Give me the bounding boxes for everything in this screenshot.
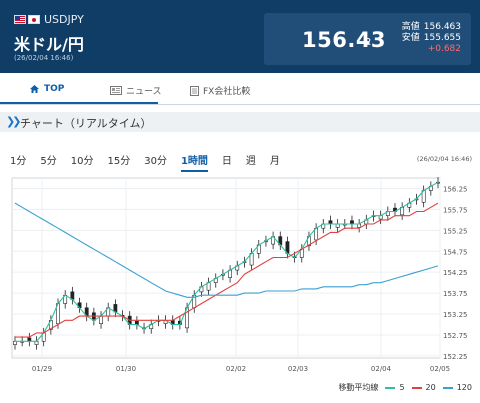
quote-header: USDJPY 米ドル/円 (26/02/04 16:46) 156.43 2 高… (0, 0, 480, 73)
currency-flags (14, 15, 40, 24)
jp-flag-icon (28, 15, 40, 24)
plot-area (11, 177, 441, 359)
tab-news[interactable]: ニュース (110, 84, 162, 97)
us-flag-icon (14, 15, 26, 24)
legend-swatch-20 (411, 386, 422, 389)
period-week[interactable]: 週 (246, 152, 256, 172)
y-tick-label: 152.25 (443, 353, 468, 361)
pair-code: USDJPY (44, 13, 84, 26)
legend-swatch-5 (385, 386, 396, 389)
period-5min[interactable]: 5分 (40, 152, 56, 172)
period-1min[interactable]: 1分 (10, 152, 26, 172)
x-tick-label: 01/30 (116, 365, 136, 373)
tab-fx-compare[interactable]: FX会社比較 (190, 84, 250, 97)
y-tick-label: 154.75 (443, 248, 468, 256)
y-tick-label: 153.75 (443, 290, 468, 298)
y-tick-label: 152.75 (443, 332, 468, 340)
chart-section-header: ❯❯ チャート（リアルタイム） (0, 112, 480, 132)
current-price: 156.43 (302, 28, 387, 52)
period-10min[interactable]: 10分 (71, 152, 94, 172)
tab-news-label: ニュース (126, 87, 162, 97)
period-selector: 1分 5分 10分 15分 30分 1時間 日 週 月 (10, 152, 294, 172)
chart-timestamp: (26/02/04 16:46) (416, 155, 472, 163)
price-change: +0.682 (427, 44, 461, 54)
y-tick-label: 155.75 (443, 206, 468, 214)
period-15min[interactable]: 15分 (107, 152, 130, 172)
y-tick-label: 153.25 (443, 311, 468, 319)
tab-top[interactable]: TOP (29, 84, 64, 94)
chart-legend: 移動平均線 5 20 120 (338, 382, 472, 393)
x-tick-label: 01/29 (32, 365, 52, 373)
tab-top-label: TOP (44, 84, 65, 94)
active-tab-indicator (0, 102, 158, 104)
high-value: 156.463 (423, 22, 461, 32)
nav-tabs: TOP ニュース FX会社比較 (0, 80, 480, 105)
y-tick-label: 156.25 (443, 185, 468, 193)
price-last-digit: 2 (365, 37, 372, 48)
y-tick-label: 154.25 (443, 269, 468, 277)
legend-item-20: 20 (425, 383, 436, 392)
period-day[interactable]: 日 (222, 152, 232, 172)
x-tick-label: 02/05 (430, 365, 450, 373)
low-label: 安値 (401, 33, 420, 43)
x-tick-label: 02/03 (288, 365, 308, 373)
quote-box: 156.43 2 高値 156.463 安値 155.655 +0.682 (264, 13, 471, 65)
period-30min[interactable]: 30分 (144, 152, 167, 172)
legend-swatch-120 (442, 386, 453, 389)
x-tick-label: 02/02 (226, 365, 246, 373)
news-icon (110, 86, 122, 95)
tab-fx-label: FX会社比較 (203, 87, 251, 97)
legend-label: 移動平均線 (338, 383, 379, 392)
price-chart[interactable]: 156.25 155.75 155.25 154.75 154.25 153.75 153.… (0, 170, 480, 378)
x-tick-label: 02/04 (371, 365, 392, 373)
high-low-panel: 高値 156.463 安値 155.655 +0.682 (402, 22, 461, 55)
section-title: チャート（リアルタイム） (20, 117, 152, 130)
y-tick-label: 155.25 (443, 227, 468, 235)
period-1hour[interactable]: 1時間 (180, 152, 208, 172)
legend-item-5: 5 (399, 383, 405, 392)
quote-timestamp: (26/02/04 16:46) (14, 54, 74, 62)
legend-item-120: 120 (456, 383, 472, 392)
period-month[interactable]: 月 (270, 152, 280, 172)
home-icon (30, 85, 39, 93)
compare-icon (190, 85, 199, 96)
high-label: 高値 (401, 22, 420, 32)
pair-name: 米ドル/円 (14, 35, 84, 54)
low-value: 155.655 (423, 33, 461, 43)
double-chevron-icon: ❯❯ (6, 115, 22, 128)
